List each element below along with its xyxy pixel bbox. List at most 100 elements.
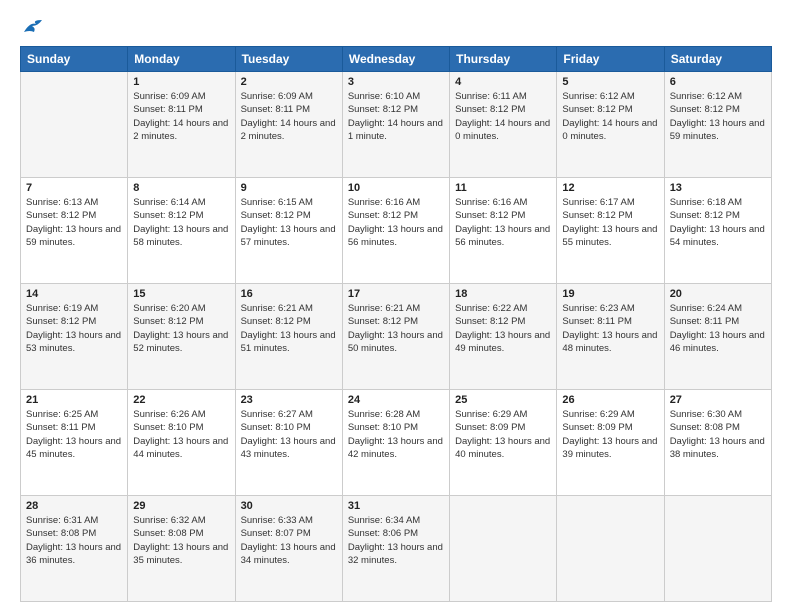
week-row-2: 7Sunrise: 6:13 AMSunset: 8:12 PMDaylight… (21, 178, 772, 284)
sunset-text: Sunset: 8:12 PM (455, 103, 551, 116)
day-number: 5 (562, 76, 658, 88)
sunset-text: Sunset: 8:12 PM (348, 315, 444, 328)
week-row-1: 1Sunrise: 6:09 AMSunset: 8:11 PMDaylight… (21, 72, 772, 178)
daylight-text: Daylight: 13 hours and 36 minutes. (26, 541, 122, 568)
daylight-text: Daylight: 13 hours and 52 minutes. (133, 329, 229, 356)
day-info: Sunrise: 6:19 AMSunset: 8:12 PMDaylight:… (26, 302, 122, 355)
daylight-text: Daylight: 13 hours and 50 minutes. (348, 329, 444, 356)
day-info: Sunrise: 6:26 AMSunset: 8:10 PMDaylight:… (133, 408, 229, 461)
sunrise-text: Sunrise: 6:20 AM (133, 302, 229, 315)
sunset-text: Sunset: 8:09 PM (455, 421, 551, 434)
daylight-text: Daylight: 14 hours and 0 minutes. (562, 117, 658, 144)
day-info: Sunrise: 6:32 AMSunset: 8:08 PMDaylight:… (133, 514, 229, 567)
calendar-cell: 26Sunrise: 6:29 AMSunset: 8:09 PMDayligh… (557, 390, 664, 496)
daylight-text: Daylight: 13 hours and 56 minutes. (348, 223, 444, 250)
day-number: 12 (562, 182, 658, 194)
day-number: 10 (348, 182, 444, 194)
weekday-header-row: SundayMondayTuesdayWednesdayThursdayFrid… (21, 47, 772, 72)
sunset-text: Sunset: 8:12 PM (241, 209, 337, 222)
calendar-cell: 2Sunrise: 6:09 AMSunset: 8:11 PMDaylight… (235, 72, 342, 178)
day-number: 26 (562, 394, 658, 406)
day-info: Sunrise: 6:09 AMSunset: 8:11 PMDaylight:… (241, 90, 337, 143)
day-number: 31 (348, 500, 444, 512)
sunrise-text: Sunrise: 6:24 AM (670, 302, 766, 315)
sunset-text: Sunset: 8:12 PM (133, 209, 229, 222)
day-info: Sunrise: 6:28 AMSunset: 8:10 PMDaylight:… (348, 408, 444, 461)
calendar-cell: 12 Sunrise: 6:17 AMSunset: 8:12 PMDayligh… (557, 178, 664, 284)
sunrise-text: Sunrise: 6:28 AM (348, 408, 444, 421)
day-number: 16 (241, 288, 337, 300)
day-number: 21 (26, 394, 122, 406)
sunrise-text: Sunrise: 6:29 AM (455, 408, 551, 421)
day-number: 23 (241, 394, 337, 406)
page: SundayMondayTuesdayWednesdayThursdayFrid… (0, 0, 792, 612)
sunrise-text: Sunrise: 6:14 AM (133, 196, 229, 209)
day-info: Sunrise: 6:15 AMSunset: 8:12 PMDaylight:… (241, 196, 337, 249)
sunset-text: Sunset: 8:12 PM (26, 209, 122, 222)
sunrise-text: Sunrise: 6:21 AM (241, 302, 337, 315)
calendar-cell: 21 Sunrise: 6:25 AMSunset: 8:11 PMDayligh… (21, 390, 128, 496)
day-number: 25 (455, 394, 551, 406)
weekday-header-wednesday: Wednesday (342, 47, 449, 72)
sunset-text: Sunset: 8:07 PM (241, 527, 337, 540)
sunset-text: Sunset: 8:12 PM (670, 209, 766, 222)
daylight-text: Daylight: 13 hours and 53 minutes. (26, 329, 122, 356)
daylight-text: Daylight: 14 hours and 2 minutes. (241, 117, 337, 144)
day-number: 4 (455, 76, 551, 88)
day-info: Sunrise: 6:16 AMSunset: 8:12 PMDaylight:… (348, 196, 444, 249)
day-info: Sunrise: 6:29 AMSunset: 8:09 PMDaylight:… (455, 408, 551, 461)
calendar-cell (21, 72, 128, 178)
sunrise-text: Sunrise: 6:15 AM (241, 196, 337, 209)
day-number: 9 (241, 182, 337, 194)
day-info: Sunrise: 6:13 AMSunset: 8:12 PMDaylight:… (26, 196, 122, 249)
day-number: 11 (455, 182, 551, 194)
sunrise-text: Sunrise: 6:31 AM (26, 514, 122, 527)
calendar-cell: 10 Sunrise: 6:16 AMSunset: 8:12 PMDayligh… (342, 178, 449, 284)
day-info: Sunrise: 6:17 AMSunset: 8:12 PMDaylight:… (562, 196, 658, 249)
sunrise-text: Sunrise: 6:12 AM (562, 90, 658, 103)
day-info: Sunrise: 6:12 AMSunset: 8:12 PMDaylight:… (562, 90, 658, 143)
day-info: Sunrise: 6:25 AMSunset: 8:11 PMDaylight:… (26, 408, 122, 461)
daylight-text: Daylight: 13 hours and 45 minutes. (26, 435, 122, 462)
day-info: Sunrise: 6:23 AMSunset: 8:11 PMDaylight:… (562, 302, 658, 355)
calendar-cell: 18Sunrise: 6:22 AMSunset: 8:12 PMDayligh… (450, 284, 557, 390)
sunrise-text: Sunrise: 6:19 AM (26, 302, 122, 315)
day-number: 8 (133, 182, 229, 194)
daylight-text: Daylight: 13 hours and 32 minutes. (348, 541, 444, 568)
weekday-header-monday: Monday (128, 47, 235, 72)
day-info: Sunrise: 6:12 AMSunset: 8:12 PMDaylight:… (670, 90, 766, 143)
day-number: 17 (348, 288, 444, 300)
daylight-text: Daylight: 14 hours and 0 minutes. (455, 117, 551, 144)
day-info: Sunrise: 6:22 AMSunset: 8:12 PMDaylight:… (455, 302, 551, 355)
calendar-cell: 6Sunrise: 6:12 AMSunset: 8:12 PMDaylight… (664, 72, 771, 178)
day-info: Sunrise: 6:09 AMSunset: 8:11 PMDaylight:… (133, 90, 229, 143)
calendar-cell: 8Sunrise: 6:14 AMSunset: 8:12 PMDaylight… (128, 178, 235, 284)
day-info: Sunrise: 6:21 AMSunset: 8:12 PMDaylight:… (241, 302, 337, 355)
sunrise-text: Sunrise: 6:26 AM (133, 408, 229, 421)
sunset-text: Sunset: 8:10 PM (133, 421, 229, 434)
daylight-text: Daylight: 13 hours and 35 minutes. (133, 541, 229, 568)
weekday-header-thursday: Thursday (450, 47, 557, 72)
calendar-cell: 19Sunrise: 6:23 AMSunset: 8:11 PMDayligh… (557, 284, 664, 390)
sunrise-text: Sunrise: 6:13 AM (26, 196, 122, 209)
day-number: 28 (26, 500, 122, 512)
sunrise-text: Sunrise: 6:17 AM (562, 196, 658, 209)
logo (20, 18, 44, 36)
sunrise-text: Sunrise: 6:23 AM (562, 302, 658, 315)
calendar-cell: 4Sunrise: 6:11 AMSunset: 8:12 PMDaylight… (450, 72, 557, 178)
day-info: Sunrise: 6:31 AMSunset: 8:08 PMDaylight:… (26, 514, 122, 567)
sunrise-text: Sunrise: 6:16 AM (348, 196, 444, 209)
daylight-text: Daylight: 13 hours and 42 minutes. (348, 435, 444, 462)
day-info: Sunrise: 6:27 AMSunset: 8:10 PMDaylight:… (241, 408, 337, 461)
day-number: 30 (241, 500, 337, 512)
calendar-cell: 30Sunrise: 6:33 AMSunset: 8:07 PMDayligh… (235, 496, 342, 602)
calendar-cell: 17Sunrise: 6:21 AMSunset: 8:12 PMDayligh… (342, 284, 449, 390)
sunset-text: Sunset: 8:09 PM (562, 421, 658, 434)
sunrise-text: Sunrise: 6:09 AM (133, 90, 229, 103)
calendar-table: SundayMondayTuesdayWednesdayThursdayFrid… (20, 46, 772, 602)
sunset-text: Sunset: 8:11 PM (26, 421, 122, 434)
calendar-cell: 28 Sunrise: 6:31 AMSunset: 8:08 PMDayligh… (21, 496, 128, 602)
sunset-text: Sunset: 8:06 PM (348, 527, 444, 540)
sunset-text: Sunset: 8:12 PM (348, 209, 444, 222)
daylight-text: Daylight: 13 hours and 59 minutes. (670, 117, 766, 144)
